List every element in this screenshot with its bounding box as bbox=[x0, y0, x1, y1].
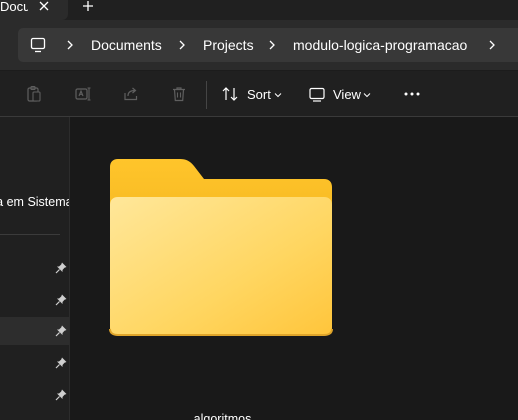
pin-icon[interactable] bbox=[54, 388, 68, 402]
pin-icon[interactable] bbox=[54, 356, 68, 370]
delete-icon[interactable] bbox=[170, 85, 188, 103]
tab-strip: Documents bbox=[0, 0, 518, 20]
this-pc-icon[interactable] bbox=[29, 36, 47, 54]
command-bar-divider bbox=[206, 81, 207, 109]
share-icon[interactable] bbox=[122, 85, 140, 103]
folder-item[interactable]: algoritmos bbox=[100, 147, 380, 420]
sort-label: Sort bbox=[247, 87, 271, 102]
chevron-right-icon[interactable] bbox=[266, 39, 278, 51]
pin-icon[interactable] bbox=[54, 324, 68, 338]
view-label: View bbox=[333, 87, 361, 102]
sidebar-pinned-item[interactable] bbox=[0, 381, 69, 409]
command-bar: Sort View bbox=[0, 70, 518, 117]
sidebar-pinned-item[interactable] bbox=[0, 254, 69, 282]
chevron-right-icon[interactable] bbox=[486, 39, 498, 51]
sidebar-pinned-item-selected[interactable] bbox=[0, 317, 69, 345]
rename-icon[interactable] bbox=[74, 85, 92, 103]
breadcrumb-documents[interactable]: Documents bbox=[91, 37, 162, 53]
more-options-icon[interactable] bbox=[403, 85, 421, 103]
breadcrumb-current-folder[interactable]: modulo-logica-programacao bbox=[293, 37, 467, 53]
sidebar-pinned-item[interactable] bbox=[0, 349, 69, 377]
sort-button[interactable]: Sort bbox=[216, 79, 286, 109]
pin-icon[interactable] bbox=[54, 293, 68, 307]
sidebar-pinned-item[interactable] bbox=[0, 286, 69, 314]
folder-name: algoritmos bbox=[193, 412, 252, 420]
view-button[interactable]: View bbox=[303, 79, 375, 109]
file-explorer-window: Documents Documents Projects bbox=[0, 0, 518, 420]
close-icon[interactable] bbox=[36, 0, 52, 14]
chevron-right-icon[interactable] bbox=[176, 39, 188, 51]
folder-icon bbox=[109, 159, 333, 336]
paste-icon[interactable] bbox=[25, 85, 43, 103]
sidebar-divider bbox=[0, 234, 60, 235]
sidebar-item-label[interactable]: Assessoria em Sistemas bbox=[0, 195, 69, 209]
view-icon bbox=[309, 87, 325, 102]
address-bar[interactable]: Documents Projects modulo-logica-program… bbox=[18, 28, 518, 62]
chevron-down-icon bbox=[363, 93, 371, 98]
address-row: Documents Projects modulo-logica-program… bbox=[0, 20, 518, 70]
tab-title: Documents bbox=[0, 0, 28, 14]
chevron-right-icon[interactable] bbox=[64, 39, 76, 51]
file-list-area: algoritmos bbox=[70, 117, 518, 420]
breadcrumb-projects[interactable]: Projects bbox=[203, 37, 254, 53]
pin-icon[interactable] bbox=[54, 261, 68, 275]
new-tab-plus-icon[interactable] bbox=[80, 0, 96, 14]
chevron-down-icon bbox=[274, 93, 282, 98]
sort-icon bbox=[222, 87, 238, 101]
tab-documents[interactable]: Documents bbox=[0, 0, 68, 20]
navigation-pane: Assessoria em Sistemas bbox=[0, 117, 70, 420]
